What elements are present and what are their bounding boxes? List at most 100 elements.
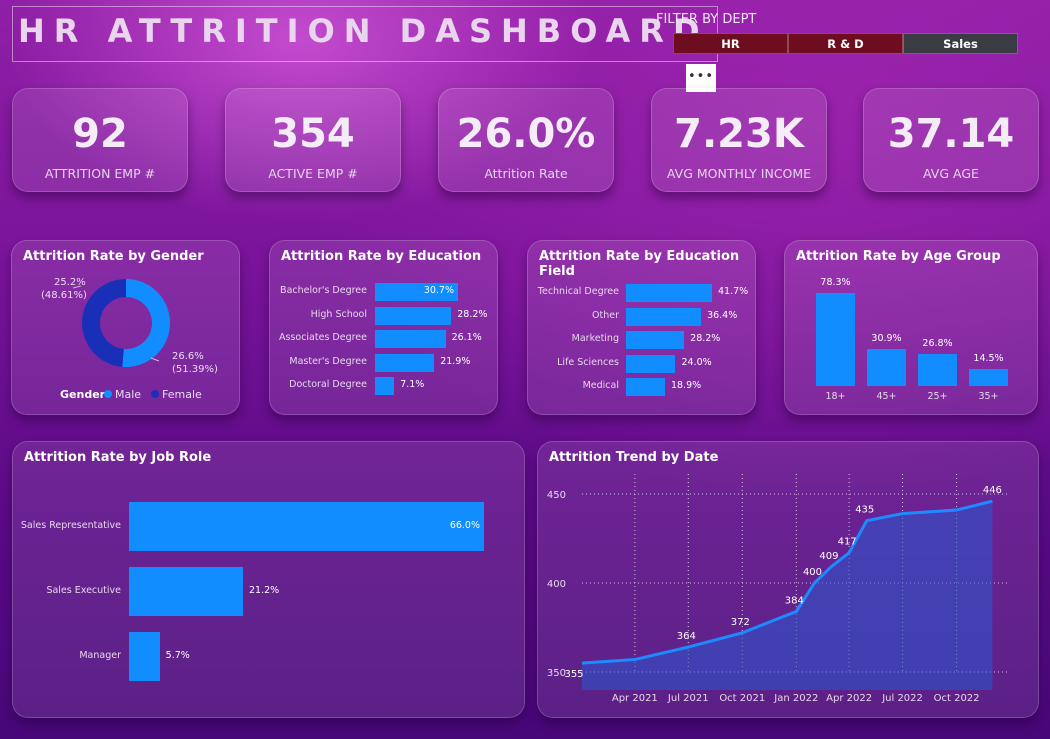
data-label: 41.7% xyxy=(718,286,749,297)
panel-title: Attrition Rate by Education xyxy=(281,249,482,264)
kpi-value: 26.0% xyxy=(456,111,596,157)
data-label: 18.9% xyxy=(670,380,702,391)
filter-label: FILTER BY DEPT xyxy=(656,12,757,27)
category-label: Technical Degree xyxy=(537,286,619,297)
y-tick-label: 400 xyxy=(547,579,566,590)
panel-title: Attrition Rate by Education Field xyxy=(539,249,740,279)
bar[interactable] xyxy=(375,306,452,325)
bar[interactable] xyxy=(129,632,160,681)
legend-female-swatch xyxy=(151,390,159,398)
data-label: 28.2% xyxy=(457,308,488,320)
donut-slice-female[interactable] xyxy=(81,279,126,367)
donut-pct-female: (48.61%) xyxy=(41,290,87,301)
bar[interactable] xyxy=(626,307,702,326)
filter-rd-button[interactable]: R & D xyxy=(788,33,903,54)
category-label: Life Sciences xyxy=(557,356,619,368)
kpi-label: ACTIVE EMP # xyxy=(268,166,358,181)
bar[interactable] xyxy=(626,331,685,349)
data-label: 26.1% xyxy=(451,332,482,343)
y-tick-label: 350 xyxy=(547,668,566,679)
x-tick-label: Jul 2021 xyxy=(667,693,709,704)
legend-male-swatch xyxy=(104,390,112,398)
kpi-value: 92 xyxy=(72,111,128,157)
data-label: 78.3% xyxy=(820,277,851,288)
data-label: 14.5% xyxy=(973,352,1004,364)
panel-education-field[interactable]: Attrition Rate by Education Field Techni… xyxy=(527,240,756,415)
category-label: Manager xyxy=(79,649,121,661)
category-label: Sales Representative xyxy=(20,519,121,531)
panel-age-group[interactable]: Attrition Rate by Age Group 78.3% 18+ 30.9… xyxy=(784,240,1038,415)
category-label: Master's Degree xyxy=(289,355,367,367)
bar[interactable] xyxy=(129,567,244,616)
panel-job-role[interactable]: Attrition Rate by Job Role Sales Represe… xyxy=(12,441,525,718)
data-label: 5.7% xyxy=(165,649,190,661)
category-label: 45+ xyxy=(876,391,897,402)
x-tick-label: Apr 2022 xyxy=(826,693,872,704)
point-label: 409 xyxy=(819,551,838,562)
data-label: 21.9% xyxy=(440,355,471,367)
y-tick-label: 450 xyxy=(547,490,566,501)
donut-label-male: 26.6% xyxy=(172,351,204,362)
bar[interactable] xyxy=(129,502,484,551)
kpi-label: ATTRITION EMP # xyxy=(44,166,156,181)
data-label: 28.2% xyxy=(690,333,721,344)
data-label: 30.9% xyxy=(871,333,902,345)
point-label: 372 xyxy=(731,617,750,628)
category-label: Doctoral Degree xyxy=(289,379,367,390)
category-label: 25+ xyxy=(927,391,948,402)
category-label: Sales Executive xyxy=(46,584,121,596)
panel-gender[interactable]: Attrition Rate by Gender 25.2% (48.61%) … xyxy=(11,240,240,415)
kpi-avg-age: 37.14 AVG AGE xyxy=(863,88,1039,192)
legend-title: Gender xyxy=(60,388,106,401)
legend-male[interactable]: Male xyxy=(115,388,141,401)
bar[interactable] xyxy=(375,353,435,372)
point-label: 400 xyxy=(803,567,822,578)
bar[interactable] xyxy=(375,330,446,348)
filter-hr-button[interactable]: HR xyxy=(673,33,788,54)
bar[interactable] xyxy=(375,377,395,395)
leader-line xyxy=(150,357,160,362)
kpi-value: 354 xyxy=(271,111,355,157)
legend-female[interactable]: Female xyxy=(162,388,202,401)
x-tick-label: Oct 2022 xyxy=(934,693,980,704)
point-label: 446 xyxy=(983,485,1002,496)
trend-area-chart: 350 400 450 Apr 2021 Jul 2021 Oct 2021 Jan 202… xyxy=(547,474,1010,704)
panel-education[interactable]: Attrition Rate by Education Bachelor's D… xyxy=(269,240,498,415)
bar[interactable] xyxy=(969,368,1008,386)
kpi-value: 7.23K xyxy=(674,111,804,157)
panel-trend[interactable]: Attrition Trend by Date 350 400 450 Apr 202… xyxy=(537,441,1039,718)
bar[interactable] xyxy=(918,354,957,386)
page-title: HR ATTRITION DASHBOARD xyxy=(18,12,709,50)
kpi-label: AVG AGE xyxy=(923,166,979,181)
bar[interactable] xyxy=(626,378,665,396)
x-tick-label: Apr 2021 xyxy=(612,693,658,704)
x-tick-label: Jan 2022 xyxy=(773,693,818,704)
data-label: 36.4% xyxy=(707,309,738,321)
category-label: 35+ xyxy=(978,391,999,402)
kpi-value: 37.14 xyxy=(887,111,1015,157)
category-label: Bachelor's Degree xyxy=(280,285,367,296)
donut-label-female: 25.2% xyxy=(54,277,86,288)
bar[interactable] xyxy=(867,349,906,386)
category-label: Other xyxy=(592,309,619,321)
bar[interactable] xyxy=(626,354,676,373)
panel-title: Attrition Rate by Job Role xyxy=(24,450,212,465)
data-label: 7.1% xyxy=(400,379,425,390)
x-tick-label: Jul 2022 xyxy=(881,693,923,704)
point-label: 384 xyxy=(785,595,804,606)
category-label: Marketing xyxy=(571,333,619,344)
point-label: 435 xyxy=(855,505,874,516)
filter-sales-button[interactable]: Sales xyxy=(903,33,1018,54)
bar[interactable] xyxy=(626,284,712,302)
category-label: Associates Degree xyxy=(278,332,367,343)
x-tick-label: Oct 2021 xyxy=(719,693,765,704)
kpi-active-emp: 354 ACTIVE EMP # xyxy=(225,88,401,192)
kpi-label: AVG MONTHLY INCOME xyxy=(666,166,812,181)
bar[interactable] xyxy=(816,293,855,386)
donut-pct-male: (51.39%) xyxy=(172,364,218,375)
category-label: High School xyxy=(310,308,367,320)
donut-slice-male[interactable] xyxy=(122,279,170,367)
point-label: 355 xyxy=(564,669,583,680)
data-label: 24.0% xyxy=(681,356,712,368)
kpi-avg-monthly-income: 7.23K AVG MONTHLY INCOME xyxy=(651,88,827,192)
